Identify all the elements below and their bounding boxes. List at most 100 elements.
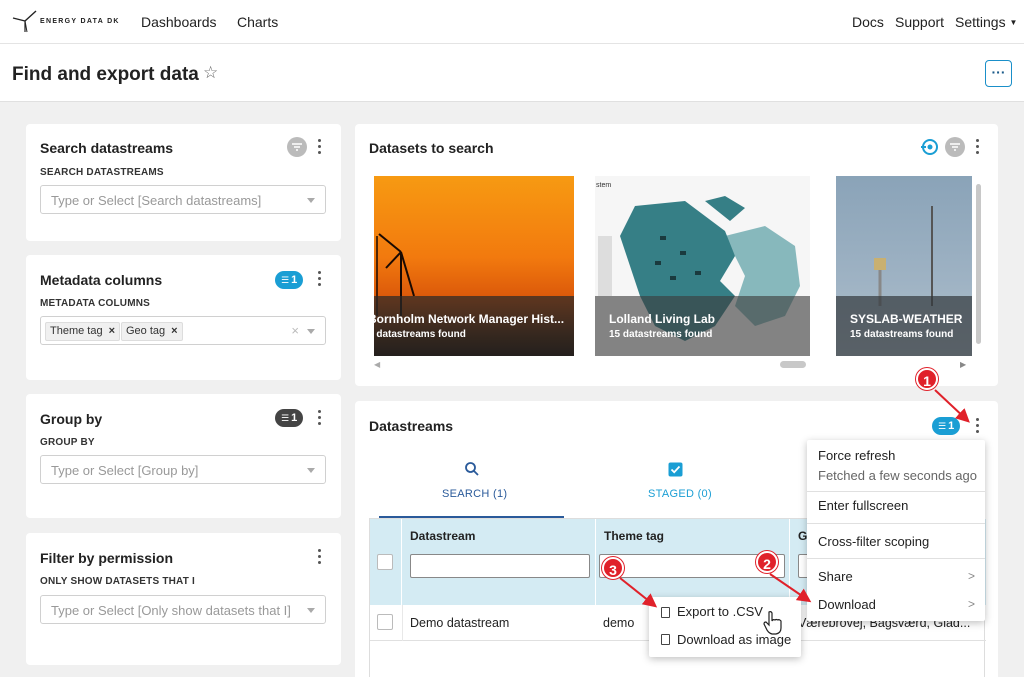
- tile-caption: [836, 296, 972, 356]
- metadata-columns-select[interactable]: Theme tag × Geo tag × ×: [40, 316, 326, 345]
- filter-groupby-card: Group by ☰ 1 GROUP BY Type or Select [Gro…: [26, 394, 341, 518]
- nav-support[interactable]: Support: [895, 14, 944, 30]
- dataset-tile-lolland[interactable]: stem Lolland Living Lab 15 datastreams f…: [595, 176, 810, 356]
- card-menu-icon[interactable]: [318, 271, 322, 287]
- tag-theme[interactable]: Theme tag ×: [45, 322, 121, 341]
- caret-down-icon: [307, 329, 315, 334]
- menu-export-csv[interactable]: Export to .CSV: [677, 604, 763, 619]
- column-divider: [402, 605, 403, 641]
- filter-icon: ☰: [281, 275, 290, 285]
- more-actions-button[interactable]: ···: [985, 60, 1012, 87]
- page-header: Find and export data ☆ ···: [0, 44, 1024, 102]
- card-menu-icon[interactable]: [976, 418, 980, 434]
- select-all-checkbox[interactable]: [377, 554, 393, 570]
- horizontal-scrollbar-thumb[interactable]: [780, 361, 806, 368]
- filter-count-badge[interactable]: ☰ 1: [275, 271, 304, 289]
- filter-icon: ☰: [281, 413, 290, 423]
- menu-fetched-status: Fetched a few seconds ago: [818, 468, 977, 483]
- card-menu-icon[interactable]: [976, 139, 980, 155]
- chevron-right-icon: >: [967, 569, 975, 583]
- tile-caption: [374, 296, 574, 356]
- filter-metadata-card: Metadata columns ☰ 1 METADATA COLUMNS The…: [26, 255, 341, 380]
- tile-count: 5 datastreams found: [374, 329, 466, 340]
- filter-search-card: Search datastreams SEARCH DATASTREAMS Ty…: [26, 124, 341, 241]
- filter-icon: ☰: [938, 421, 947, 431]
- badge-count: 1: [948, 420, 955, 432]
- top-navbar: ENERGY DATA DK Dashboards Charts Docs Su…: [0, 0, 1024, 44]
- brand-name: ENERGY DATA DK: [40, 17, 120, 25]
- permission-select[interactable]: Type or Select [Only show datasets that …: [40, 595, 326, 624]
- tag-label: Theme tag: [50, 325, 103, 337]
- remove-tag-icon[interactable]: ×: [171, 325, 177, 337]
- remove-tag-icon[interactable]: ×: [109, 325, 115, 337]
- filter-permission-label: ONLY SHOW DATASETS THAT I: [40, 576, 196, 587]
- nav-settings[interactable]: Settings ▼: [955, 14, 1017, 30]
- nav-dashboards[interactable]: Dashboards: [141, 14, 217, 30]
- row-checkbox[interactable]: [377, 614, 393, 630]
- caret-down-icon: ▼: [1009, 18, 1018, 27]
- column-header-theme-tag: Theme tag: [604, 529, 665, 543]
- nav-docs[interactable]: Docs: [852, 14, 884, 30]
- filter-search-label: SEARCH DATASTREAMS: [40, 167, 164, 178]
- search-datastreams-select[interactable]: Type or Select [Search datastreams]: [40, 185, 326, 214]
- callout-badge-2: 2: [756, 551, 778, 573]
- select-placeholder: Type or Select [Only show datasets that …: [51, 603, 291, 618]
- callout-badge-3: 3: [602, 557, 624, 579]
- wind-turbine-logo-icon: [12, 10, 37, 33]
- hand-pointer-cursor-icon: [763, 611, 782, 635]
- filter-count-badge[interactable]: ☰ 1: [932, 417, 961, 435]
- select-column: [370, 519, 402, 605]
- filter-indicator-icon[interactable]: [945, 137, 965, 157]
- tag-label: Geo tag: [126, 325, 166, 337]
- nav-settings-label: Settings: [955, 14, 1006, 30]
- tile-caption: [595, 296, 810, 356]
- datastream-filter-input[interactable]: [410, 554, 590, 578]
- filter-groupby-title: Group by: [40, 411, 103, 427]
- dataset-tile-syslab[interactable]: SYSLAB-WEATHER 15 datastreams found: [836, 176, 972, 356]
- scroll-left-icon[interactable]: ◀: [374, 360, 380, 369]
- menu-enter-fullscreen[interactable]: Enter fullscreen: [818, 498, 908, 513]
- page-title: Find and export data: [12, 64, 199, 85]
- menu-divider: [807, 523, 985, 524]
- dataset-tile-bornholm[interactable]: Bornholm Network Manager Hist... 5 datas…: [374, 176, 574, 356]
- tile-name: Lolland Living Lab: [609, 312, 715, 326]
- brand-logo[interactable]: ENERGY DATA DK: [12, 8, 120, 34]
- group-by-select[interactable]: Type or Select [Group by]: [40, 455, 326, 484]
- filter-indicator-icon[interactable]: [287, 137, 307, 157]
- filter-permission-title: Filter by permission: [40, 550, 174, 566]
- menu-cross-filter-scoping[interactable]: Cross-filter scoping: [818, 534, 929, 549]
- select-placeholder: Type or Select [Group by]: [51, 463, 199, 478]
- favorite-star-icon[interactable]: ☆: [203, 63, 218, 83]
- scroll-right-icon[interactable]: ▶: [960, 360, 966, 369]
- cross-filter-icon[interactable]: [920, 137, 940, 157]
- vertical-scrollbar[interactable]: [975, 176, 981, 356]
- image-file-icon: [661, 634, 670, 645]
- datasets-title: Datasets to search: [369, 140, 494, 156]
- menu-share[interactable]: Share: [818, 569, 853, 584]
- card-menu-icon[interactable]: [318, 410, 322, 426]
- column-datastream[interactable]: Datastream: [402, 519, 596, 605]
- menu-download[interactable]: Download: [818, 597, 876, 612]
- filter-search-title: Search datastreams: [40, 140, 174, 156]
- card-menu-icon[interactable]: [318, 549, 322, 565]
- select-placeholder: Type or Select [Search datastreams]: [51, 193, 262, 208]
- tile-name: Bornholm Network Manager Hist...: [374, 312, 565, 326]
- scrollbar-thumb[interactable]: [976, 184, 981, 344]
- filter-count-badge[interactable]: ☰ 1: [275, 409, 304, 427]
- filter-metadata-title: Metadata columns: [40, 272, 163, 288]
- cell-datastream[interactable]: Demo datastream: [410, 616, 509, 630]
- datasets-card: Datasets to search Bornholm Network Mana…: [355, 124, 998, 386]
- cell-theme-tag[interactable]: demo: [603, 616, 634, 630]
- tab-staged[interactable]: STAGED (0): [585, 453, 770, 518]
- caret-down-icon: [307, 198, 315, 203]
- search-icon: [465, 462, 479, 476]
- clear-icon[interactable]: ×: [291, 323, 299, 338]
- menu-force-refresh[interactable]: Force refresh: [818, 448, 895, 463]
- tab-search-label: SEARCH (1): [442, 488, 508, 500]
- card-menu-icon[interactable]: [318, 139, 322, 155]
- filter-groupby-label: GROUP BY: [40, 437, 95, 448]
- tab-search[interactable]: SEARCH (1): [379, 453, 564, 518]
- tile-count: 15 datastreams found: [609, 329, 713, 340]
- nav-charts[interactable]: Charts: [237, 14, 278, 30]
- tag-geo[interactable]: Geo tag ×: [121, 322, 183, 341]
